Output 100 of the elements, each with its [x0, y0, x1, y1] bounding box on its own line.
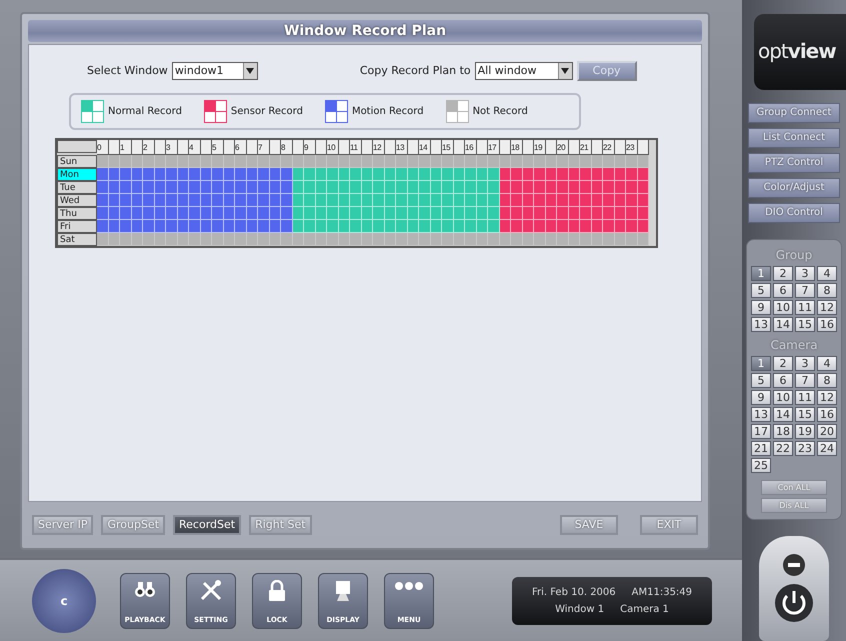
window-dropdown[interactable]: window1	[172, 62, 258, 80]
hour-label: 13	[396, 140, 408, 155]
number-button[interactable]: 3	[795, 266, 815, 281]
hour-label: 7	[258, 140, 270, 155]
binoculars-icon	[134, 580, 156, 598]
day-label[interactable]: Tue	[57, 181, 97, 194]
joystick-control[interactable]: c	[32, 568, 96, 632]
legend-label: Sensor Record	[230, 105, 303, 119]
status-window: Window 1	[555, 602, 604, 616]
dots-icon	[394, 580, 424, 592]
logo-text: optview	[754, 14, 846, 90]
number-button[interactable]: 20	[817, 424, 837, 439]
number-button[interactable]: 13	[751, 406, 771, 422]
number-button[interactable]: 6	[773, 282, 793, 298]
number-button[interactable]: 1	[751, 266, 771, 281]
number-button[interactable]: 21	[751, 440, 771, 456]
status-date: Fri. Feb 10. 2006	[532, 586, 616, 600]
number-button[interactable]: 14	[773, 316, 793, 332]
day-label[interactable]: Fri	[57, 220, 97, 233]
hour-label: 6	[235, 140, 246, 155]
number-button[interactable]: 13	[751, 316, 771, 332]
hour-label: 23	[626, 140, 638, 155]
number-button[interactable]: 24	[817, 440, 837, 456]
number-button[interactable]: 2	[773, 356, 793, 371]
hour-label: 20	[557, 140, 568, 155]
window-title: Window Record Plan	[28, 20, 702, 42]
number-button[interactable]: 9	[751, 390, 771, 405]
minus-button-icon[interactable]	[782, 553, 806, 578]
legend-label: Normal Record	[108, 105, 182, 119]
number-button[interactable]: 12	[817, 300, 837, 315]
number-button[interactable]: 17	[751, 424, 771, 439]
number-button[interactable]: 7	[795, 282, 815, 298]
copy-target-dropdown[interactable]: All window	[474, 62, 573, 80]
section-title: Group	[776, 246, 812, 264]
hour-label: 14	[419, 140, 430, 155]
number-button[interactable]: 5	[751, 372, 771, 388]
number-button[interactable]: 16	[817, 316, 837, 332]
number-button[interactable]: 1	[751, 356, 771, 371]
number-button[interactable]: 11	[795, 390, 815, 405]
schedule-row[interactable]	[97, 207, 649, 220]
schedule-row[interactable]	[97, 181, 649, 194]
hour-label: 9	[304, 140, 316, 155]
number-button[interactable]: 22	[773, 440, 793, 456]
number-button[interactable]: 9	[751, 300, 771, 315]
day-label[interactable]: Mon	[57, 168, 97, 181]
hour-label: 8	[281, 140, 292, 155]
number-button[interactable]: 25	[751, 458, 771, 473]
hour-label: 1	[120, 140, 132, 155]
hour-label: 17	[488, 140, 500, 155]
number-button[interactable]: 8	[817, 282, 837, 298]
settings-tab[interactable]: RecordSet	[173, 515, 242, 535]
schedule-row[interactable]	[97, 220, 649, 233]
schedule-row[interactable]	[97, 168, 649, 181]
number-button[interactable]: 8	[817, 372, 837, 388]
monitor-icon	[333, 580, 353, 602]
number-button[interactable]: 14	[773, 406, 793, 422]
number-button[interactable]: 3	[795, 356, 815, 371]
hour-label: 16	[465, 140, 476, 155]
hour-label: 2	[143, 140, 154, 155]
number-button[interactable]: 7	[795, 372, 815, 388]
hour-label: 3	[166, 140, 178, 155]
day-label[interactable]: Wed	[57, 194, 97, 207]
day-label[interactable]: Thu	[57, 207, 97, 220]
hour-label: 15	[442, 140, 454, 155]
hour-label: 5	[212, 140, 224, 155]
status-camera: Camera 1	[620, 602, 669, 616]
day-label[interactable]: Sat	[57, 233, 97, 246]
number-button[interactable]: 5	[751, 282, 771, 298]
select-window-label: Select Window	[87, 62, 168, 79]
number-button[interactable]: 18	[773, 424, 793, 439]
section-title: Camera	[770, 336, 818, 354]
number-button[interactable]: 16	[817, 406, 837, 422]
number-button[interactable]: 6	[773, 372, 793, 388]
hour-label: 21	[580, 140, 592, 155]
number-button[interactable]: 12	[817, 390, 837, 405]
number-button[interactable]: 15	[795, 316, 815, 332]
hour-label: 10	[327, 140, 338, 155]
legend-label: Not Record	[472, 105, 528, 119]
number-button[interactable]: 19	[795, 424, 815, 439]
hour-label: 4	[189, 140, 200, 155]
number-button[interactable]: 4	[817, 266, 837, 281]
hour-label: 18	[511, 140, 522, 155]
lock-icon	[268, 580, 286, 602]
copy-plan-label: Copy Record Plan to	[360, 62, 471, 79]
hour-label: 22	[603, 140, 614, 155]
number-button[interactable]: 4	[817, 356, 837, 371]
number-button[interactable]: 2	[773, 266, 793, 281]
schedule-row[interactable]	[97, 194, 649, 207]
number-button[interactable]: 11	[795, 300, 815, 315]
power-icon[interactable]	[774, 583, 814, 624]
hour-label: 12	[373, 140, 384, 155]
number-button[interactable]: 10	[773, 300, 793, 315]
hour-label: 0	[97, 140, 108, 155]
legend-label: Motion Record	[352, 105, 424, 119]
number-button[interactable]: 23	[795, 440, 815, 456]
status-time: AM11:35:49	[632, 586, 692, 600]
number-button[interactable]: 15	[795, 406, 815, 422]
tools-icon	[199, 580, 223, 602]
number-button[interactable]: 10	[773, 390, 793, 405]
day-label[interactable]: Sun	[57, 155, 97, 168]
